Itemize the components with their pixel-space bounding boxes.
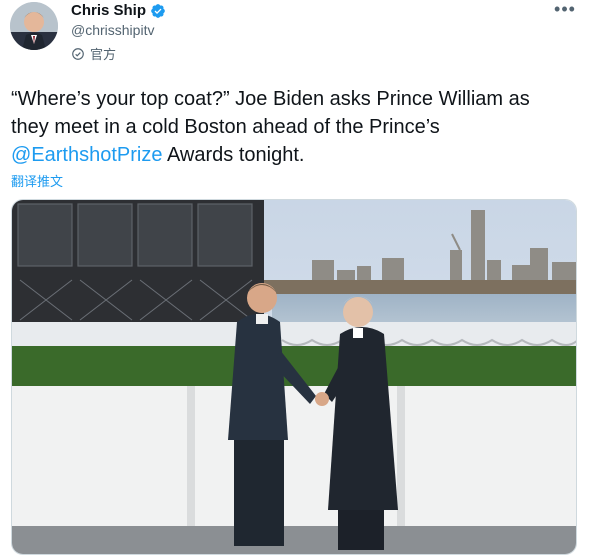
- tweet-photo-image: [12, 200, 576, 554]
- official-label-text: 官方: [90, 47, 117, 62]
- tweet-photo[interactable]: [11, 199, 577, 555]
- author-display-name[interactable]: Chris Ship: [71, 2, 146, 19]
- tweet-text: “Where’s your top coat?” Joe Biden asks …: [11, 85, 571, 169]
- tweet-text-tail: Awards tonight.: [162, 144, 305, 166]
- translate-tweet-link[interactable]: 翻译推文: [11, 171, 63, 190]
- official-label-icon: [71, 47, 85, 61]
- author-avatar[interactable]: [10, 2, 58, 50]
- author-handle[interactable]: @chrisshipitv: [71, 22, 154, 38]
- tweet-text-body: “Where’s your top coat?” Joe Biden asks …: [11, 88, 530, 138]
- more-horizontal-icon: •••: [554, 0, 576, 19]
- author-name-row: Chris Ship: [71, 2, 166, 19]
- mention-link[interactable]: @EarthshotPrize: [11, 144, 162, 166]
- more-options-button[interactable]: •••: [554, 0, 575, 19]
- avatar-photo: [10, 2, 58, 50]
- affiliation-label: 官方: [71, 44, 116, 63]
- verified-badge-icon: [150, 3, 166, 19]
